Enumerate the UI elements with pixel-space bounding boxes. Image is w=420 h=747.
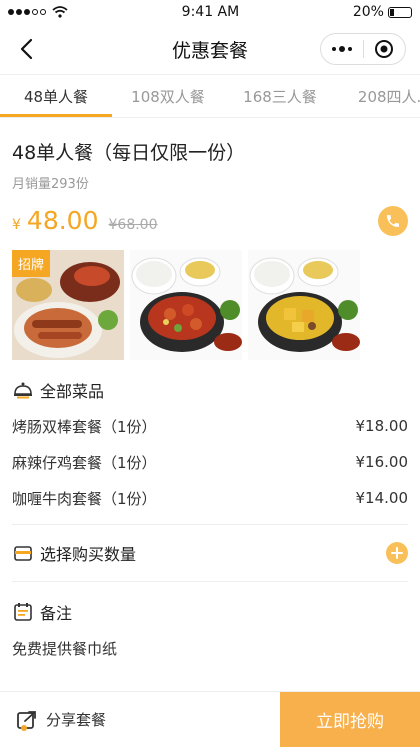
battery-percent: 20% [352, 4, 384, 20]
battery-icon [387, 6, 412, 18]
tab-168-triple[interactable]: 168三人餐 [224, 75, 336, 117]
package-tabs: 48单人餐 108双人餐 168三人餐 208四人.. [0, 74, 420, 118]
cloche-icon [12, 379, 34, 401]
food-photo-spicy-chicken-set[interactable] [130, 250, 242, 360]
chevron-left-icon [20, 38, 33, 60]
tab-label: 108双人餐 [131, 87, 205, 106]
divider [12, 581, 408, 582]
product-title: 48单人餐（每日仅限一份） [12, 142, 246, 164]
dish-list: 烤肠双棒套餐（1份） ¥18.00 麻辣仔鸡套餐（1份） ¥16.00 咖喱牛肉… [12, 408, 408, 516]
tab-48-single[interactable]: 48单人餐 [0, 75, 112, 117]
more-button[interactable] [321, 46, 363, 52]
tab-208-quad[interactable]: 208四人.. [336, 75, 420, 117]
dish-name: 烤肠双棒套餐（1份） [12, 417, 157, 436]
remark-text: 免费提供餐巾纸 [12, 640, 118, 658]
mini-program-capsule [320, 33, 406, 65]
status-bar: 9:41 AM 20% [0, 0, 420, 24]
share-button[interactable]: 分享套餐 [0, 692, 280, 747]
dish-name: 麻辣仔鸡套餐（1份） [12, 453, 157, 472]
signal-icon [8, 9, 46, 15]
list-item: 咖喱牛肉套餐（1份） ¥14.00 [12, 480, 408, 516]
back-button[interactable] [14, 36, 38, 62]
status-right: 20% [353, 4, 412, 20]
quantity-row: 选择购买数量 [12, 525, 408, 581]
notepad-icon [12, 601, 34, 623]
current-price: ¥48.00 [12, 206, 99, 235]
tab-label: 168三人餐 [243, 87, 317, 106]
phone-icon [387, 215, 399, 227]
section-title: 备注 [40, 604, 73, 623]
nav-bar: 优惠套餐 [0, 24, 420, 74]
dish-price: ¥16.00 [355, 453, 409, 471]
share-label: 分享套餐 [46, 711, 107, 729]
signature-badge: 招牌 [12, 250, 51, 277]
original-price: ¥68.00 [108, 217, 158, 233]
page-title: 优惠套餐 [171, 39, 248, 62]
food-photo-curry-beef-set[interactable] [248, 250, 360, 360]
close-miniprogram-button[interactable] [364, 39, 406, 59]
spicy-chicken-image [130, 250, 242, 360]
share-icon [17, 710, 36, 731]
food-photo-sausage-set[interactable]: 招牌 [12, 250, 124, 360]
target-icon [375, 40, 394, 58]
tab-label: 48单人餐 [23, 87, 89, 106]
plus-icon [391, 547, 403, 559]
add-quantity-button[interactable] [386, 542, 408, 564]
dish-price: ¥18.00 [355, 417, 409, 435]
tab-label: 208四人.. [357, 87, 420, 106]
section-title: 选择购买数量 [40, 545, 137, 564]
more-dots-icon [331, 46, 352, 52]
all-dishes-header: 全部菜品 [12, 378, 408, 402]
remark-header: 备注 [12, 600, 408, 624]
call-button[interactable] [378, 206, 408, 236]
list-item: 烤肠双棒套餐（1份） ¥18.00 [12, 408, 408, 444]
price-row: ¥48.00 ¥68.00 [12, 206, 408, 240]
price-value: 48.00 [26, 206, 99, 235]
status-left [8, 6, 68, 18]
monthly-sales: 月销量293份 [12, 177, 89, 192]
curry-beef-image [248, 250, 360, 360]
photo-gallery: 招牌 [12, 250, 408, 360]
bottom-bar: 分享套餐 立即抢购 [0, 691, 420, 747]
dish-price: ¥14.00 [355, 489, 409, 507]
main-content: 48单人餐（每日仅限一份） 月销量293份 ¥48.00 ¥68.00 招牌 全… [0, 138, 420, 659]
buy-label: 立即抢购 [316, 712, 384, 732]
dish-name: 咖喱牛肉套餐（1份） [12, 489, 157, 508]
list-item: 麻辣仔鸡套餐（1份） ¥16.00 [12, 444, 408, 480]
status-time: 9:41 AM [181, 4, 240, 20]
currency-symbol: ¥ [12, 217, 21, 233]
wifi-icon [52, 6, 68, 18]
quantity-header: 选择购买数量 [12, 541, 136, 565]
tab-108-double[interactable]: 108双人餐 [112, 75, 224, 117]
section-title: 全部菜品 [40, 382, 105, 401]
buy-now-button[interactable]: 立即抢购 [280, 692, 420, 747]
wallet-icon [12, 542, 34, 564]
